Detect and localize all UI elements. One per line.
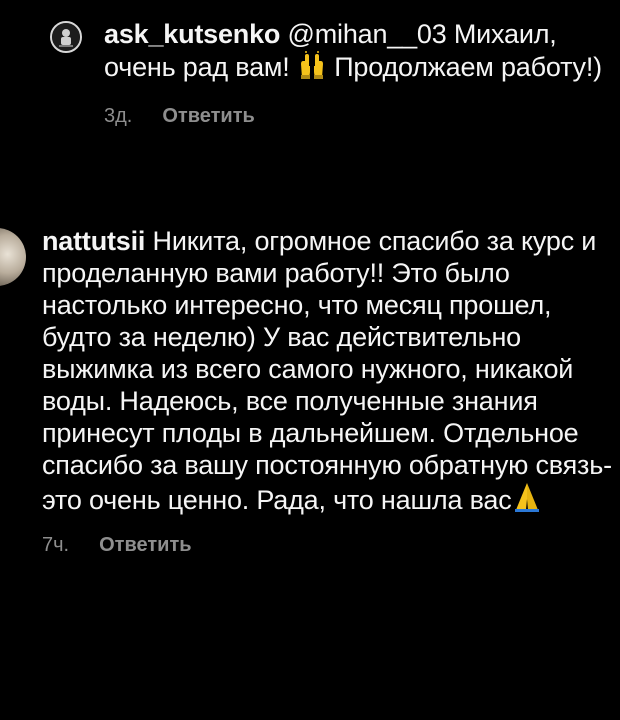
comment-username[interactable]: ask_kutsenko <box>104 19 280 49</box>
comment-item: ask_kutsenko @mihan__03 Михаил, очень ра… <box>50 18 620 128</box>
reply-button[interactable]: Ответить <box>99 534 191 557</box>
comment-meta: 3д. Ответить <box>104 105 620 128</box>
folded-hands-icon <box>512 481 542 520</box>
comment-text: ask_kutsenko @mihan__03 Михаил, очень ра… <box>104 18 619 87</box>
avatar[interactable] <box>50 21 82 53</box>
comment-username[interactable]: nattutsii <box>42 226 145 256</box>
comment-meta: 7ч. Ответить <box>42 534 620 557</box>
comment-text: nattutsii Никита, огромное спасибо за ку… <box>42 225 617 520</box>
comment-timestamp: 3д. <box>104 105 133 127</box>
mention-link[interactable]: @mihan__03 <box>288 19 447 49</box>
reply-button[interactable]: Ответить <box>162 105 254 128</box>
comment-item: nattutsii Никита, огромное спасибо за ку… <box>0 225 620 557</box>
avatar[interactable] <box>0 228 26 286</box>
raised-hands-icon <box>297 50 327 87</box>
comment-timestamp: 7ч. <box>42 534 70 556</box>
avatar-image <box>52 23 80 51</box>
comment-body: Никита, огромное спасибо за курс и проде… <box>42 226 612 515</box>
comment-body-continued: Продолжаем работу!) <box>334 52 602 82</box>
